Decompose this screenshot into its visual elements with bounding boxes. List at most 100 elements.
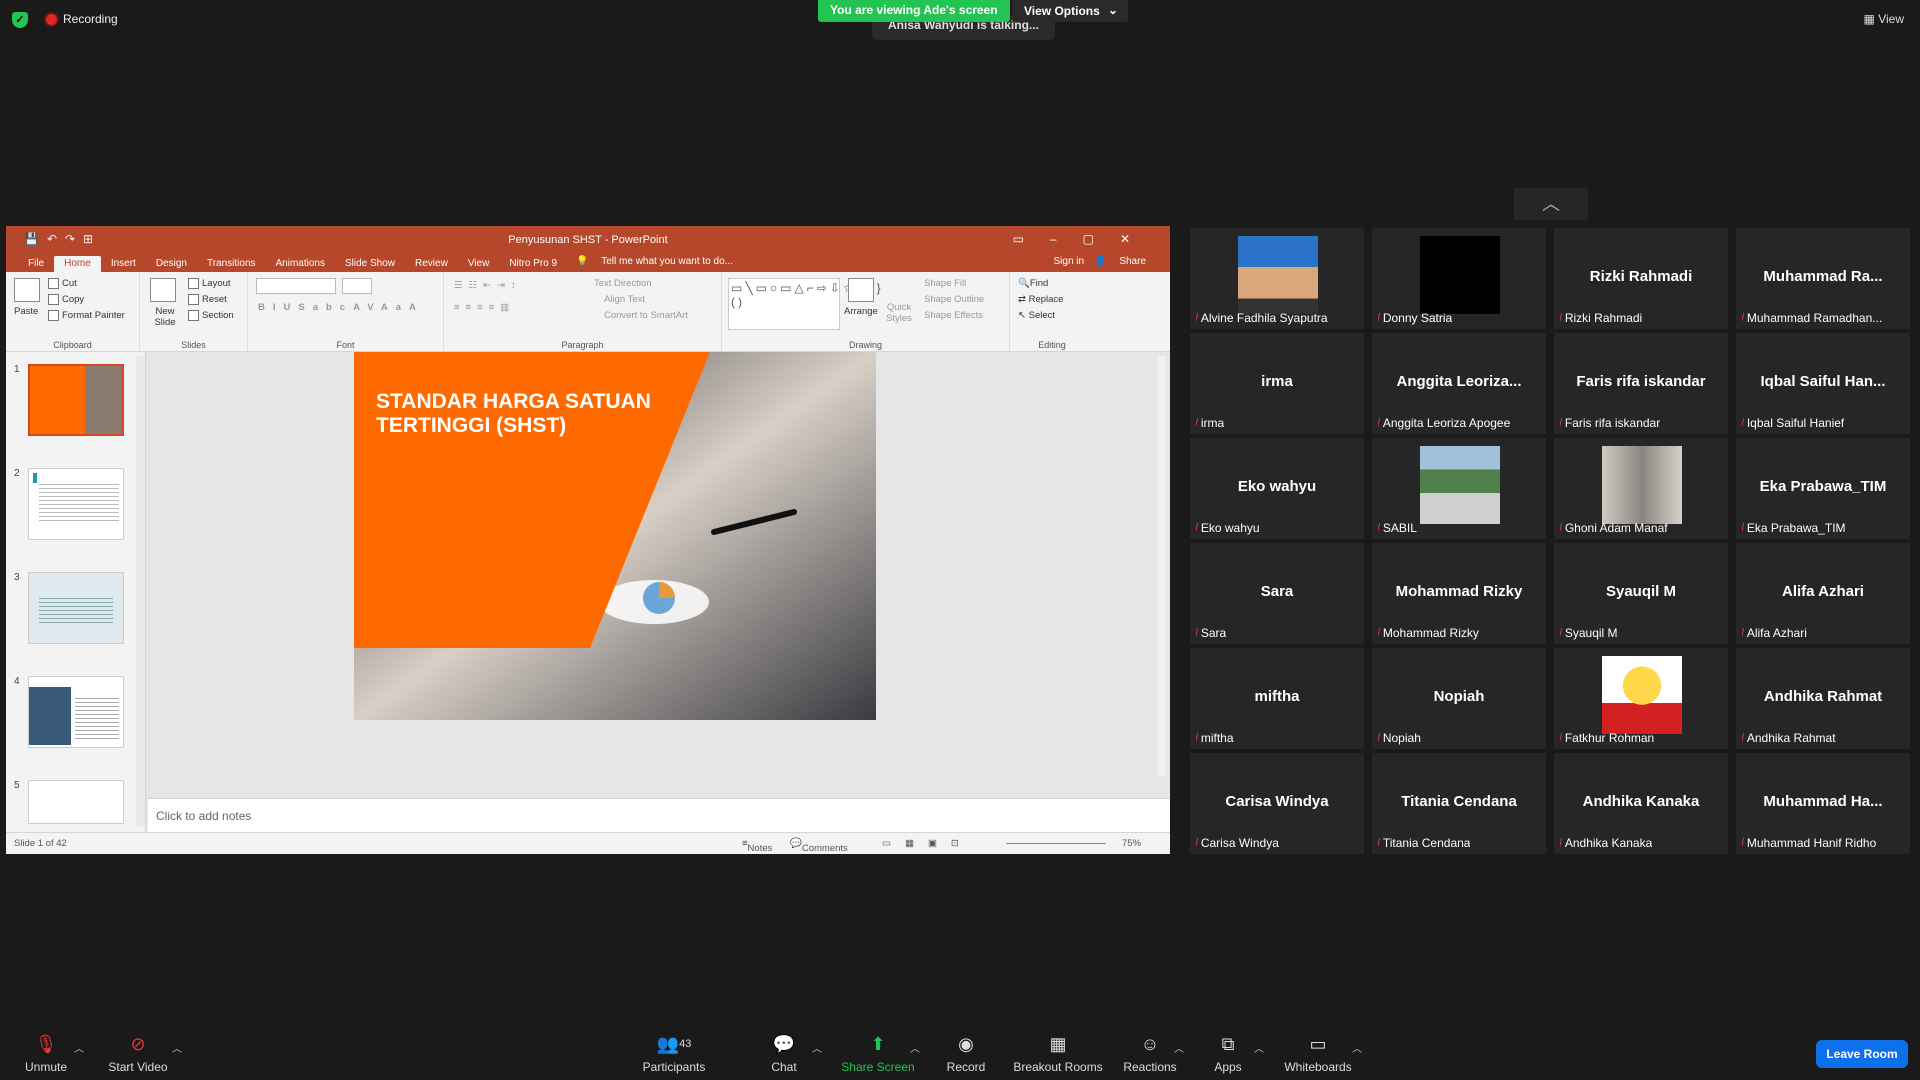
collapse-gallery-button[interactable]: ︿ xyxy=(1514,188,1588,220)
shape-fill-button[interactable]: Shape Fill xyxy=(924,278,966,289)
participant-tile[interactable]: ⁄ Ghoni Adam Manaf xyxy=(1554,438,1728,539)
participant-tile[interactable]: Mohammad Rizky ⁄ Mohammad Rizky xyxy=(1372,543,1546,644)
participant-tile[interactable]: Muhammad Ha... ⁄ Muhammad Hanif Ridho xyxy=(1736,753,1910,854)
slide-thumbnail-1[interactable] xyxy=(28,364,124,436)
new-slide-button[interactable]: New Slide xyxy=(148,306,182,328)
apps-options-caret[interactable]: ︿ xyxy=(1254,1040,1264,1055)
participant-tile[interactable]: Iqbal Saiful Han... ⁄ Iqbal Saiful Hanief xyxy=(1736,333,1910,434)
paste-icon[interactable] xyxy=(14,278,40,302)
participant-tile[interactable]: Eko wahyu ⁄ Eko wahyu xyxy=(1190,438,1364,539)
new-slide-icon[interactable] xyxy=(150,278,176,302)
share-button[interactable]: 👤 Share xyxy=(1094,256,1156,267)
share-options-caret[interactable]: ︿ xyxy=(910,1040,920,1055)
text-direction-button[interactable]: Text Direction xyxy=(594,278,652,289)
tab-review[interactable]: Review xyxy=(405,256,458,272)
slide-thumbnail-4[interactable] xyxy=(28,676,124,748)
shapes-gallery[interactable]: ▭╲▭○▭△⌐⇨⇩☆∿{}() xyxy=(728,278,881,330)
arrange-button[interactable]: Arrange xyxy=(844,306,878,317)
tab-design[interactable]: Design xyxy=(146,256,197,272)
start-video-button[interactable]: ⊘ Start Video xyxy=(98,1032,178,1074)
tell-me-search[interactable]: 💡 Tell me what you want to do... xyxy=(576,256,776,267)
breakout-rooms-button[interactable]: ▦ Breakout Rooms xyxy=(1008,1032,1108,1074)
sign-in-link[interactable]: Sign in xyxy=(1054,256,1085,267)
layout-button[interactable]: Layout xyxy=(188,278,231,289)
shape-outline-button[interactable]: Shape Outline xyxy=(924,294,984,305)
zoom-slider[interactable] xyxy=(1006,843,1106,844)
tab-file[interactable]: File xyxy=(18,256,54,272)
view-buttons[interactable]: ▭▦▣⊡ xyxy=(882,838,973,849)
participant-tile[interactable]: ⁄ Fatkhur Rohman xyxy=(1554,648,1728,749)
participant-tile[interactable]: Carisa Windya ⁄ Carisa Windya xyxy=(1190,753,1364,854)
quick-styles-button[interactable]: Quick Styles xyxy=(884,302,914,324)
participant-tile[interactable]: Titania Cendana ⁄ Titania Cendana xyxy=(1372,753,1546,854)
tab-view[interactable]: View xyxy=(458,256,500,272)
slide-thumbnail-2[interactable] xyxy=(28,468,124,540)
whiteboards-options-caret[interactable]: ︿ xyxy=(1352,1040,1362,1055)
participant-tile[interactable]: ⁄ SABIL xyxy=(1372,438,1546,539)
participant-tile[interactable]: ⁄ Alvine Fadhila Syaputra xyxy=(1190,228,1364,329)
zoom-level[interactable]: 75% xyxy=(1122,838,1141,849)
align-text-button[interactable]: Align Text xyxy=(604,294,645,305)
tab-home[interactable]: Home xyxy=(54,256,101,272)
font-name-field[interactable] xyxy=(256,278,336,294)
cut-button[interactable]: Cut xyxy=(48,278,77,289)
participant-tile[interactable]: Andhika Rahmat ⁄ Andhika Rahmat xyxy=(1736,648,1910,749)
participant-tile[interactable]: Sara ⁄ Sara xyxy=(1190,543,1364,644)
participant-tile[interactable]: Syauqil M ⁄ Syauqil M xyxy=(1554,543,1728,644)
participant-tile[interactable]: Andhika Kanaka ⁄ Andhika Kanaka xyxy=(1554,753,1728,854)
participant-tile[interactable]: irma ⁄ irma xyxy=(1190,333,1364,434)
security-shield-icon[interactable]: ✓ xyxy=(12,12,28,28)
format-painter-button[interactable]: Format Painter xyxy=(48,310,125,321)
list-buttons[interactable]: ☰☷⇤⇥↕ xyxy=(454,280,522,291)
share-screen-button[interactable]: ⬆ Share Screen xyxy=(838,1032,918,1074)
participant-tile[interactable]: Faris rifa iskandar ⁄ Faris rifa iskandar xyxy=(1554,333,1728,434)
replace-button[interactable]: ⇄ Replace xyxy=(1018,294,1063,305)
convert-smartart-button[interactable]: Convert to SmartArt xyxy=(604,310,688,321)
video-options-caret[interactable]: ︿ xyxy=(172,1040,182,1055)
participant-tile[interactable]: Nopiah ⁄ Nopiah xyxy=(1372,648,1546,749)
align-buttons[interactable]: ≡≡≡≡▥ xyxy=(454,302,515,313)
participant-tile[interactable]: Alifa Azhari ⁄ Alifa Azhari xyxy=(1736,543,1910,644)
paste-button[interactable]: Paste xyxy=(14,306,38,317)
notes-toggle[interactable]: ≡ Notes xyxy=(742,838,772,854)
notes-pane[interactable]: Click to add notes xyxy=(148,798,1170,832)
find-button[interactable]: 🔍Find xyxy=(1018,278,1048,289)
current-slide[interactable]: STANDAR HARGA SATUAN TERTINGGI (SHST) xyxy=(354,352,876,720)
tab-slide-show[interactable]: Slide Show xyxy=(335,256,405,272)
reactions-options-caret[interactable]: ︿ xyxy=(1174,1040,1184,1055)
participant-tile[interactable]: Eka Prabawa_TIM ⁄ Eka Prabawa_TIM xyxy=(1736,438,1910,539)
shape-effects-button[interactable]: Shape Effects xyxy=(924,310,983,321)
copy-button[interactable]: Copy xyxy=(48,294,84,305)
participant-tile[interactable]: Anggita Leoriza... ⁄ Anggita Leoriza Apoge… xyxy=(1372,333,1546,434)
leave-room-button[interactable]: Leave Room xyxy=(1816,1040,1908,1068)
reset-button[interactable]: Reset xyxy=(188,294,227,305)
participant-tile[interactable]: miftha ⁄ miftha xyxy=(1190,648,1364,749)
tab-transitions[interactable]: Transitions xyxy=(197,256,266,272)
slide-thumbnail-5[interactable] xyxy=(28,780,124,824)
participants-button[interactable]: 👥43 Participants xyxy=(634,1032,714,1074)
font-size-field[interactable] xyxy=(342,278,372,294)
slide-thumbnail-3[interactable] xyxy=(28,572,124,644)
whiteboards-button[interactable]: ▭ Whiteboards xyxy=(1278,1032,1358,1074)
participant-tile[interactable]: Rizki Rahmadi ⁄ Rizki Rahmadi xyxy=(1554,228,1728,329)
thumbnails-scrollbar[interactable] xyxy=(136,356,145,826)
slide-title[interactable]: STANDAR HARGA SATUAN TERTINGGI (SHST) xyxy=(376,390,651,438)
view-button[interactable]: ▦ View xyxy=(1864,12,1904,26)
arrange-icon[interactable] xyxy=(848,278,874,302)
audio-options-caret[interactable]: ︿ xyxy=(74,1040,84,1055)
comments-toggle[interactable]: 💬 Comments xyxy=(790,838,848,854)
record-button[interactable]: ◉ Record xyxy=(926,1032,1006,1074)
participant-tile[interactable]: ⁄ Donny Satria xyxy=(1372,228,1546,329)
tab-nitro-pro-9[interactable]: Nitro Pro 9 xyxy=(499,256,567,272)
font-format-buttons[interactable]: BIUSabcAVAaA xyxy=(258,302,424,313)
chat-options-caret[interactable]: ︿ xyxy=(812,1040,822,1055)
select-button[interactable]: ↖ Select xyxy=(1018,310,1055,321)
participant-tile[interactable]: Muhammad Ra... ⁄ Muhammad Ramadhan... xyxy=(1736,228,1910,329)
tab-insert[interactable]: Insert xyxy=(101,256,146,272)
tab-animations[interactable]: Animations xyxy=(266,256,335,272)
section-button[interactable]: Section xyxy=(188,310,234,321)
slide-scrollbar[interactable] xyxy=(1157,356,1166,776)
view-options-button[interactable]: View Options ⌄ xyxy=(1012,0,1128,22)
window-controls[interactable]: ▭–▢✕ xyxy=(1013,232,1156,246)
recording-indicator[interactable]: Recording xyxy=(46,12,118,26)
